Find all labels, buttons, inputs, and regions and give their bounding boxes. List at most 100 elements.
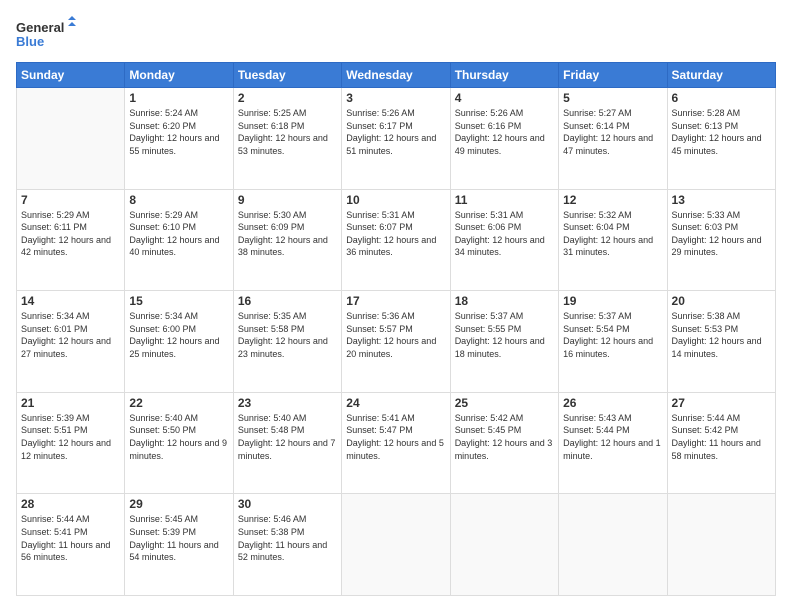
calendar-cell: 14Sunrise: 5:34 AM Sunset: 6:01 PM Dayli…	[17, 291, 125, 393]
calendar-cell: 30Sunrise: 5:46 AM Sunset: 5:38 PM Dayli…	[233, 494, 341, 596]
day-number: 26	[563, 396, 662, 410]
weekday-header-friday: Friday	[559, 63, 667, 88]
header: General Blue	[16, 16, 776, 52]
calendar-cell: 26 Sunrise: 5:43 AM Sunset: 5:44 PM Dayli…	[559, 392, 667, 494]
calendar-cell: 7 Sunrise: 5:29 AM Sunset: 6:11 PM Daylig…	[17, 189, 125, 291]
day-info: Sunrise: 5:36 AM Sunset: 5:57 PM Dayligh…	[346, 310, 445, 360]
day-info: Sunrise: 5:43 AM Sunset: 5:44 PM Dayligh…	[563, 412, 662, 462]
day-number: 2	[238, 91, 337, 105]
day-info: Sunrise: 5:39 AM Sunset: 5:51 PM Dayligh…	[21, 412, 120, 462]
day-number: 15	[129, 294, 228, 308]
calendar-week-row: 28 Sunrise: 5:44 AM Sunset: 5:41 PM Dayli…	[17, 494, 776, 596]
day-number: 13	[672, 193, 771, 207]
day-number: 1	[129, 91, 228, 105]
day-info: Sunrise: 5:44 AM Sunset: 5:41 PM Dayligh…	[21, 513, 120, 563]
calendar-table: SundayMondayTuesdayWednesdayThursdayFrid…	[16, 62, 776, 596]
calendar-cell: 28 Sunrise: 5:44 AM Sunset: 5:41 PM Dayli…	[17, 494, 125, 596]
page: General Blue SundayMondayTuesdayWednesda…	[0, 0, 792, 612]
day-info: Sunrise: 5:25 AM Sunset: 6:18 PM Dayligh…	[238, 107, 337, 157]
day-number: 24	[346, 396, 445, 410]
svg-text:Blue: Blue	[16, 34, 44, 49]
day-info: Sunrise: 5:35 AM Sunset: 5:58 PM Dayligh…	[238, 310, 337, 360]
day-number: 8	[129, 193, 228, 207]
day-info: Sunrise: 5:33 AM Sunset: 6:03 PM Dayligh…	[672, 209, 771, 259]
calendar-cell: 6 Sunrise: 5:28 AM Sunset: 6:13 PM Daylig…	[667, 88, 775, 190]
day-number: 18	[455, 294, 554, 308]
calendar-week-row: 1 Sunrise: 5:24 AM Sunset: 6:20 PM Daylig…	[17, 88, 776, 190]
day-number: 19	[563, 294, 662, 308]
day-number: 30	[238, 497, 337, 511]
day-info: Sunrise: 5:40 AM Sunset: 5:50 PM Dayligh…	[129, 412, 228, 462]
day-info: Sunrise: 5:37 AM Sunset: 5:54 PM Dayligh…	[563, 310, 662, 360]
day-number: 20	[672, 294, 771, 308]
weekday-header-tuesday: Tuesday	[233, 63, 341, 88]
calendar-cell: 4 Sunrise: 5:26 AM Sunset: 6:16 PM Daylig…	[450, 88, 558, 190]
calendar-cell: 25 Sunrise: 5:42 AM Sunset: 5:45 PM Dayli…	[450, 392, 558, 494]
day-info: Sunrise: 5:24 AM Sunset: 6:20 PM Dayligh…	[129, 107, 228, 157]
day-number: 10	[346, 193, 445, 207]
calendar-cell: 16Sunrise: 5:35 AM Sunset: 5:58 PM Dayli…	[233, 291, 341, 393]
svg-text:General: General	[16, 20, 64, 35]
calendar-cell	[559, 494, 667, 596]
day-info: Sunrise: 5:27 AM Sunset: 6:14 PM Dayligh…	[563, 107, 662, 157]
day-info: Sunrise: 5:34 AM Sunset: 6:00 PM Dayligh…	[129, 310, 228, 360]
day-number: 4	[455, 91, 554, 105]
day-info: Sunrise: 5:26 AM Sunset: 6:17 PM Dayligh…	[346, 107, 445, 157]
calendar-cell: 5 Sunrise: 5:27 AM Sunset: 6:14 PM Daylig…	[559, 88, 667, 190]
day-number: 7	[21, 193, 120, 207]
day-info: Sunrise: 5:42 AM Sunset: 5:45 PM Dayligh…	[455, 412, 554, 462]
day-number: 11	[455, 193, 554, 207]
calendar-cell	[342, 494, 450, 596]
calendar-cell: 29Sunrise: 5:45 AM Sunset: 5:39 PM Dayli…	[125, 494, 233, 596]
weekday-header-sunday: Sunday	[17, 63, 125, 88]
day-info: Sunrise: 5:44 AM Sunset: 5:42 PM Dayligh…	[672, 412, 771, 462]
day-number: 25	[455, 396, 554, 410]
day-number: 5	[563, 91, 662, 105]
day-info: Sunrise: 5:41 AM Sunset: 5:47 PM Dayligh…	[346, 412, 445, 462]
day-info: Sunrise: 5:38 AM Sunset: 5:53 PM Dayligh…	[672, 310, 771, 360]
calendar-cell	[667, 494, 775, 596]
day-info: Sunrise: 5:31 AM Sunset: 6:06 PM Dayligh…	[455, 209, 554, 259]
calendar-week-row: 14Sunrise: 5:34 AM Sunset: 6:01 PM Dayli…	[17, 291, 776, 393]
day-info: Sunrise: 5:34 AM Sunset: 6:01 PM Dayligh…	[21, 310, 120, 360]
day-info: Sunrise: 5:37 AM Sunset: 5:55 PM Dayligh…	[455, 310, 554, 360]
day-number: 12	[563, 193, 662, 207]
weekday-header-monday: Monday	[125, 63, 233, 88]
calendar-cell: 11 Sunrise: 5:31 AM Sunset: 6:06 PM Dayli…	[450, 189, 558, 291]
day-number: 9	[238, 193, 337, 207]
day-info: Sunrise: 5:29 AM Sunset: 6:11 PM Dayligh…	[21, 209, 120, 259]
calendar-cell: 8 Sunrise: 5:29 AM Sunset: 6:10 PM Daylig…	[125, 189, 233, 291]
calendar-cell: 12 Sunrise: 5:32 AM Sunset: 6:04 PM Dayli…	[559, 189, 667, 291]
logo-svg: General Blue	[16, 16, 76, 52]
day-number: 6	[672, 91, 771, 105]
day-number: 22	[129, 396, 228, 410]
day-info: Sunrise: 5:30 AM Sunset: 6:09 PM Dayligh…	[238, 209, 337, 259]
calendar-cell: 1 Sunrise: 5:24 AM Sunset: 6:20 PM Daylig…	[125, 88, 233, 190]
day-number: 27	[672, 396, 771, 410]
calendar-cell: 19 Sunrise: 5:37 AM Sunset: 5:54 PM Dayli…	[559, 291, 667, 393]
calendar-week-row: 7 Sunrise: 5:29 AM Sunset: 6:11 PM Daylig…	[17, 189, 776, 291]
day-info: Sunrise: 5:29 AM Sunset: 6:10 PM Dayligh…	[129, 209, 228, 259]
calendar-cell: 10Sunrise: 5:31 AM Sunset: 6:07 PM Dayli…	[342, 189, 450, 291]
day-number: 17	[346, 294, 445, 308]
calendar-cell: 22 Sunrise: 5:40 AM Sunset: 5:50 PM Dayli…	[125, 392, 233, 494]
day-number: 23	[238, 396, 337, 410]
day-number: 28	[21, 497, 120, 511]
calendar-cell: 3 Sunrise: 5:26 AM Sunset: 6:17 PM Daylig…	[342, 88, 450, 190]
day-info: Sunrise: 5:28 AM Sunset: 6:13 PM Dayligh…	[672, 107, 771, 157]
weekday-header-thursday: Thursday	[450, 63, 558, 88]
calendar-cell	[450, 494, 558, 596]
day-info: Sunrise: 5:26 AM Sunset: 6:16 PM Dayligh…	[455, 107, 554, 157]
weekday-header-row: SundayMondayTuesdayWednesdayThursdayFrid…	[17, 63, 776, 88]
weekday-header-saturday: Saturday	[667, 63, 775, 88]
calendar-cell: 24 Sunrise: 5:41 AM Sunset: 5:47 PM Dayli…	[342, 392, 450, 494]
calendar-week-row: 21Sunrise: 5:39 AM Sunset: 5:51 PM Dayli…	[17, 392, 776, 494]
calendar-cell: 15 Sunrise: 5:34 AM Sunset: 6:00 PM Dayli…	[125, 291, 233, 393]
day-info: Sunrise: 5:45 AM Sunset: 5:39 PM Dayligh…	[129, 513, 228, 563]
day-info: Sunrise: 5:32 AM Sunset: 6:04 PM Dayligh…	[563, 209, 662, 259]
day-number: 3	[346, 91, 445, 105]
calendar-cell: 17 Sunrise: 5:36 AM Sunset: 5:57 PM Dayli…	[342, 291, 450, 393]
weekday-header-wednesday: Wednesday	[342, 63, 450, 88]
day-info: Sunrise: 5:40 AM Sunset: 5:48 PM Dayligh…	[238, 412, 337, 462]
calendar-cell	[17, 88, 125, 190]
